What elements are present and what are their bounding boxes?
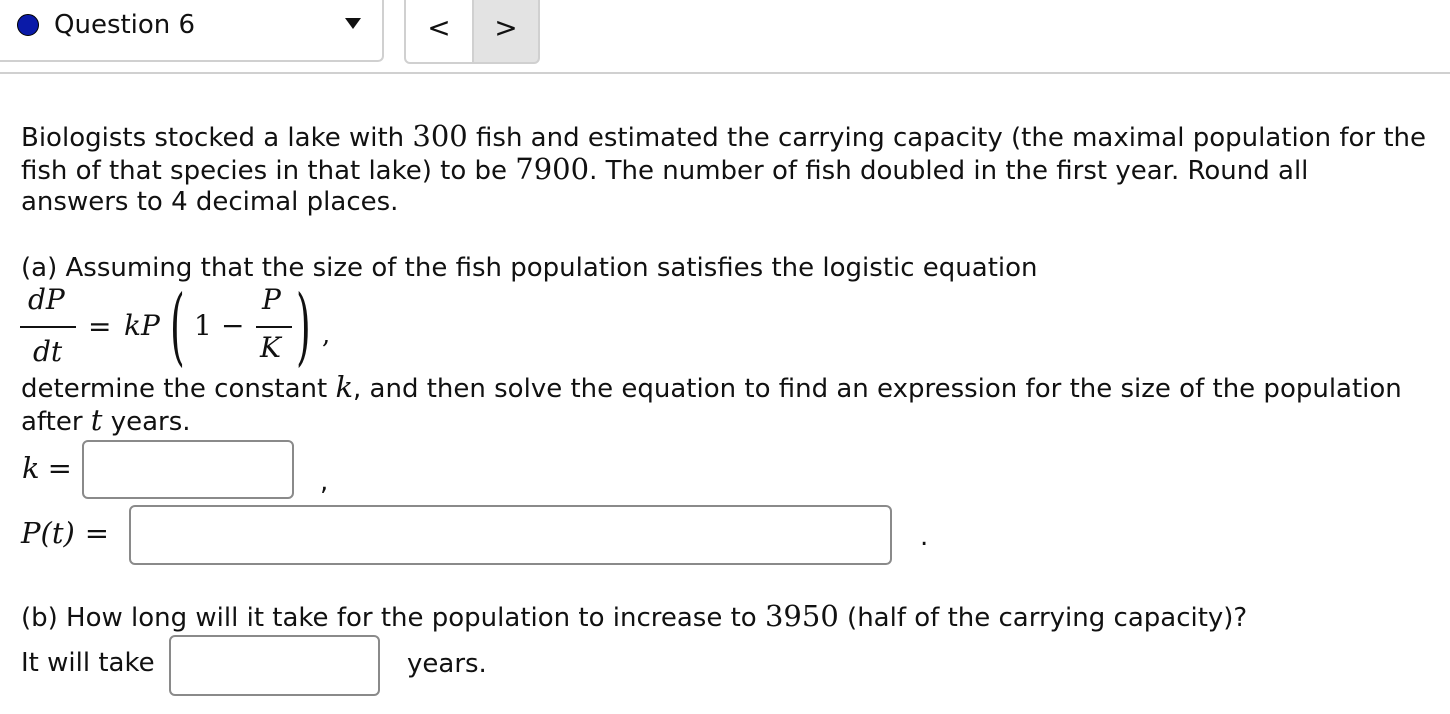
intro-line-1: Biologists stocked a lake with 300 fish … bbox=[21, 119, 1427, 154]
equation-lhs-numerator: dP bbox=[28, 283, 65, 316]
logistic-equation: dP dt = kP ( 1 − P K ) , bbox=[20, 282, 360, 374]
previous-question-button[interactable]: < bbox=[404, 0, 474, 64]
pt-answer-label: P(t) = bbox=[21, 516, 110, 550]
intro-line-3: answers to 4 decimal places. bbox=[21, 187, 399, 217]
part-a-instruction-line-1: determine the constant k, and then solve… bbox=[21, 370, 1402, 405]
equation-lhs-fraction-bar bbox=[20, 326, 76, 328]
k-answer-input[interactable] bbox=[82, 440, 294, 499]
question-status-dot-icon bbox=[17, 14, 39, 36]
k-variable: k bbox=[335, 370, 354, 404]
equation-minus: − bbox=[221, 309, 245, 342]
equation-one: 1 bbox=[194, 309, 212, 342]
pt-answer-period: . bbox=[920, 522, 929, 552]
k-answer-comma: , bbox=[320, 467, 329, 497]
header-divider bbox=[0, 72, 1450, 74]
part-b-prompt: (b) How long will it take for the popula… bbox=[21, 599, 1248, 634]
equation-lhs-denominator: dt bbox=[33, 335, 63, 368]
carrying-capacity-value: 7900 bbox=[515, 152, 590, 186]
equation-equals: = bbox=[88, 310, 112, 343]
part-a-instruction-line-2: after t years. bbox=[21, 403, 191, 438]
equation-rhs-numerator: P bbox=[262, 283, 281, 316]
equation-trailing-comma: , bbox=[322, 320, 331, 350]
t-variable: t bbox=[90, 403, 103, 437]
equation-rhs-fraction-bar bbox=[256, 326, 292, 328]
part-b-answer-suffix: years. bbox=[407, 649, 487, 679]
question-selector[interactable]: Question 6 bbox=[0, 0, 384, 62]
question-page: Question 6 < > Biologists stocked a lake… bbox=[0, 0, 1450, 714]
intro-line-2: fish of that species in that lake) to be… bbox=[21, 152, 1309, 187]
time-answer-input[interactable] bbox=[169, 635, 380, 696]
equation-right-paren: ) bbox=[296, 277, 311, 375]
k-answer-label: k = bbox=[22, 451, 72, 485]
next-question-button[interactable]: > bbox=[472, 0, 540, 64]
equation-rhs-denominator: K bbox=[260, 331, 281, 364]
part-b-answer-prefix: It will take bbox=[21, 648, 155, 678]
equation-kp: kP bbox=[124, 309, 160, 342]
initial-fish-value: 300 bbox=[412, 119, 468, 153]
population-expression-input[interactable] bbox=[129, 505, 892, 565]
question-label: Question 6 bbox=[54, 10, 196, 40]
half-capacity-value: 3950 bbox=[764, 599, 839, 633]
equation-left-paren: ( bbox=[170, 277, 185, 375]
dropdown-caret-icon bbox=[345, 18, 361, 29]
